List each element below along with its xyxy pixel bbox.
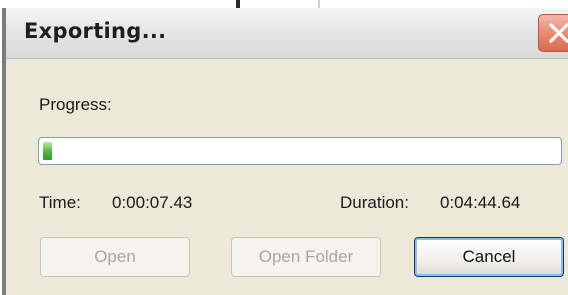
dialog-body: Progress: Time: 0:00:07.43 Duration: 0:0… bbox=[6, 59, 568, 295]
close-icon bbox=[549, 23, 568, 43]
open-button[interactable]: Open bbox=[40, 237, 190, 277]
close-button[interactable] bbox=[538, 14, 568, 52]
progress-fill bbox=[43, 142, 52, 160]
duration-label: Duration: bbox=[340, 193, 409, 212]
dialog-title: Exporting... bbox=[24, 19, 167, 43]
title-bar[interactable]: Exporting... bbox=[6, 8, 568, 59]
time-value: 0:00:07.43 bbox=[112, 193, 193, 212]
progress-label: Progress: bbox=[39, 95, 112, 114]
open-folder-button[interactable]: Open Folder bbox=[231, 237, 381, 277]
time-label: Time: bbox=[39, 193, 81, 212]
cancel-button[interactable]: Cancel bbox=[414, 237, 564, 277]
export-dialog: Exporting... Progress: Time: 0:00:07.43 … bbox=[2, 8, 568, 295]
screen: Exporting... Progress: Time: 0:00:07.43 … bbox=[0, 0, 568, 295]
duration-value: 0:04:44.64 bbox=[440, 193, 521, 212]
progress-bar bbox=[38, 137, 562, 165]
